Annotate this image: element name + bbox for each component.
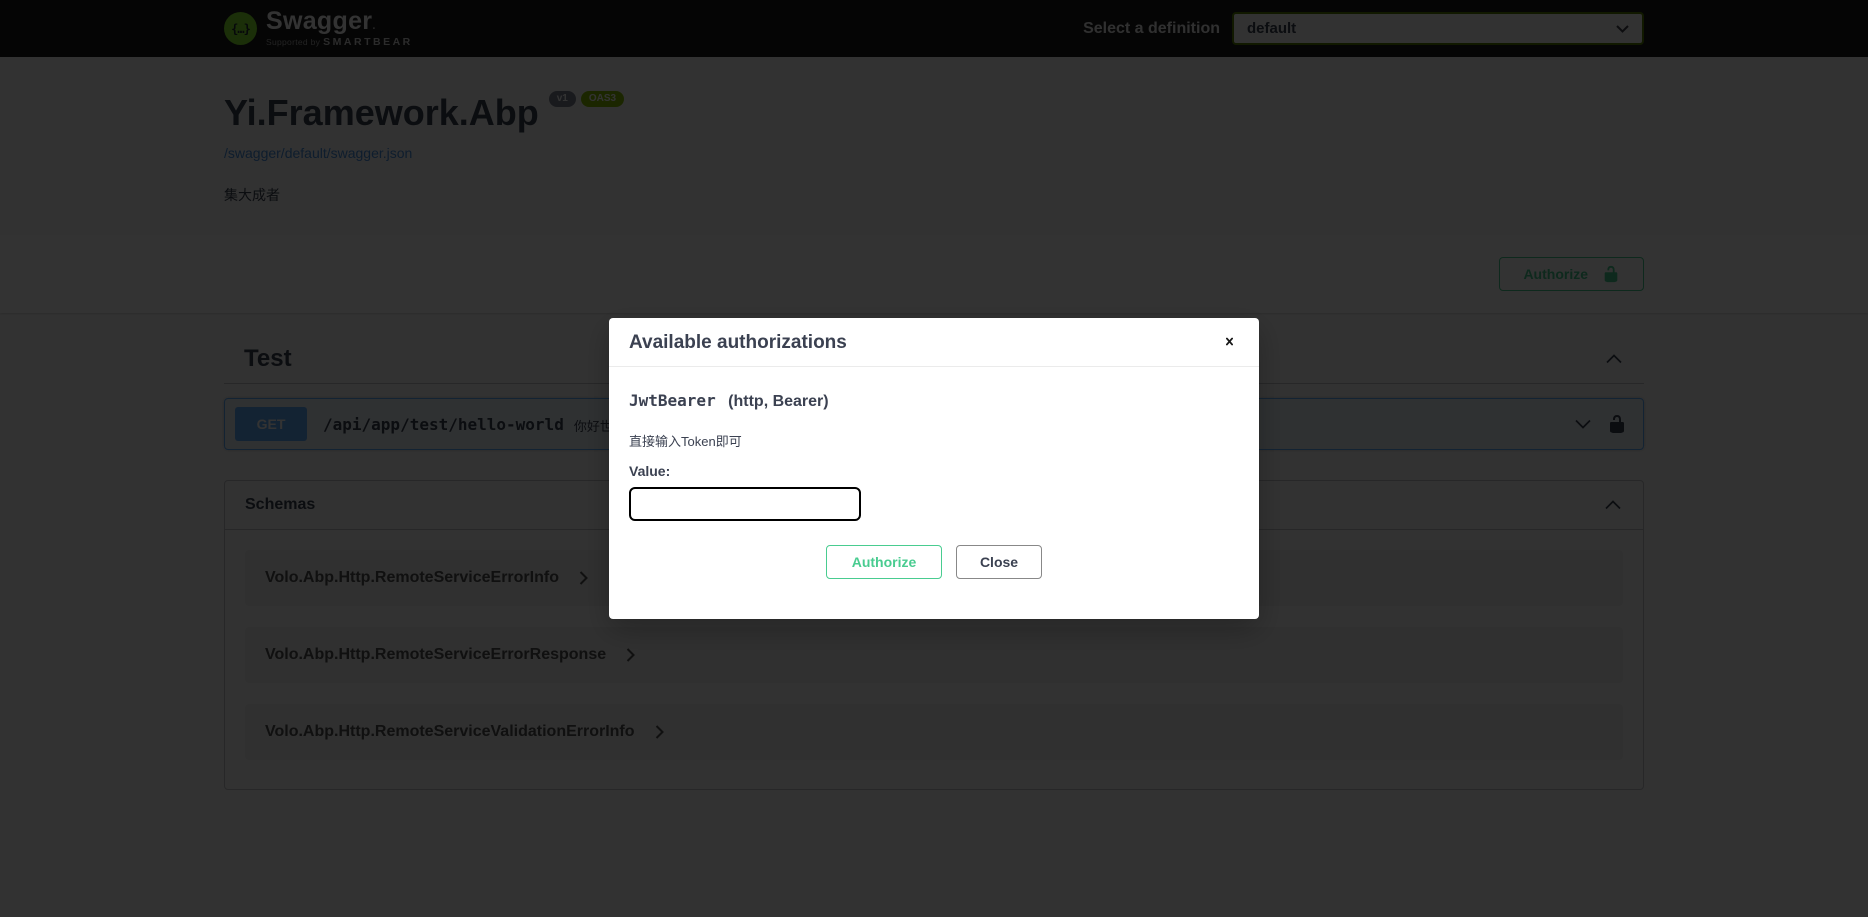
scheme-type: (http, Bearer) [728,393,828,410]
modal-body: JwtBearer (http, Bearer) 直接输入Token即可 Val… [609,367,1259,619]
modal-close-action-button[interactable]: Close [956,545,1042,579]
auth-scheme-heading: JwtBearer (http, Bearer) [629,391,1239,411]
modal-close-button[interactable] [1220,334,1239,352]
token-value-input[interactable] [629,487,861,521]
modal-title: Available authorizations [629,332,847,354]
modal-header: Available authorizations [609,318,1259,367]
modal-authorize-button[interactable]: Authorize [826,545,942,579]
authorizations-modal: Available authorizations JwtBearer (http… [609,318,1259,619]
scheme-name: JwtBearer [629,391,716,410]
scheme-description: 直接输入Token即可 [629,431,1239,450]
value-label: Value: [629,463,1239,479]
close-icon [1222,334,1237,349]
modal-actions: Authorize Close [629,545,1239,579]
